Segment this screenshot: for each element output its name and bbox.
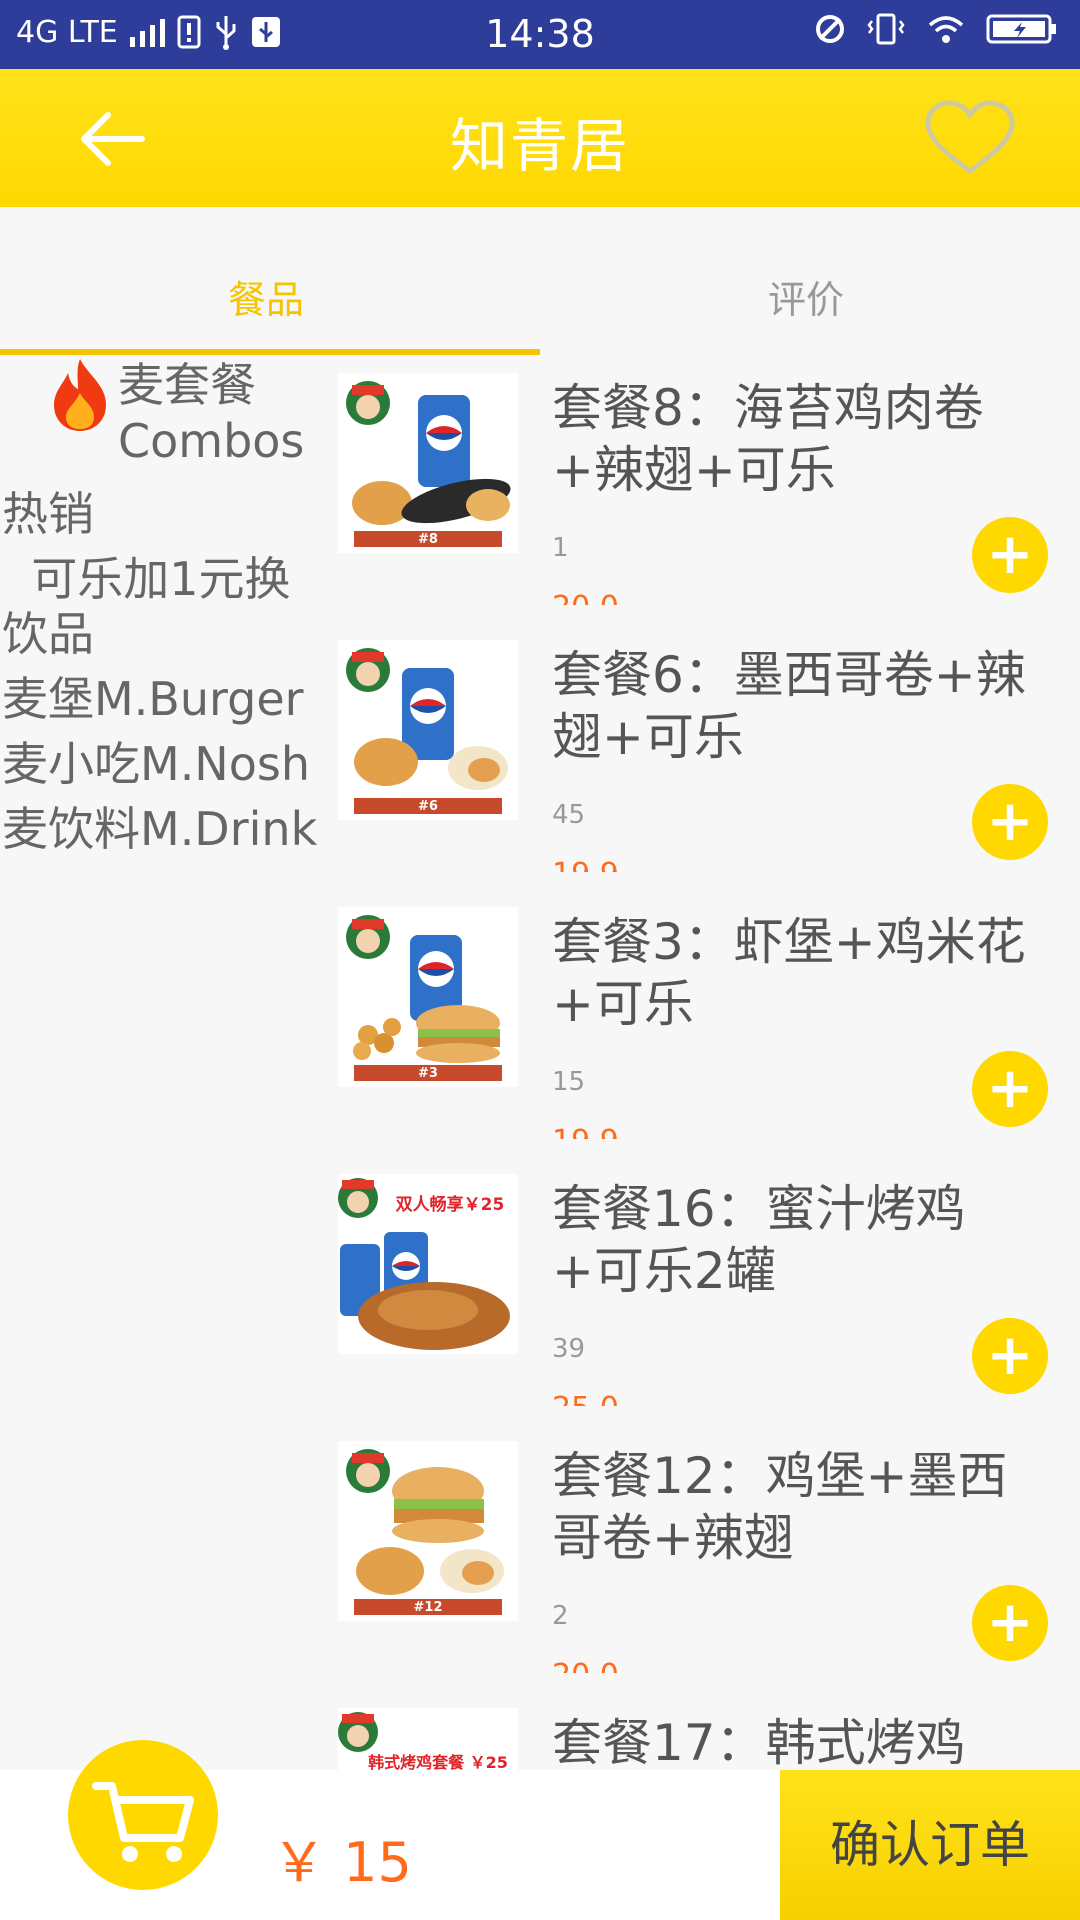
app-header: 知青居	[0, 69, 1080, 207]
product-price: 19.9	[552, 1127, 619, 1139]
product-image: 韩式烤鸡套餐 ￥25	[338, 1708, 518, 1770]
product-sales: 15	[552, 1067, 586, 1097]
product-badge: 韩式烤鸡套餐 ￥25	[368, 1753, 508, 1770]
product-item[interactable]: #6 套餐6：墨西哥卷+辣翅+可乐 45 19.9 +	[320, 624, 1080, 891]
product-list: #8 套餐8：海苔鸡肉卷+辣翅+可乐 1 20.0 + #6 套餐6：墨西哥卷+…	[320, 357, 1080, 1770]
product-item[interactable]: #3 套餐3：虾堡+鸡米花+可乐 15 19.9 +	[320, 891, 1080, 1158]
category-drinks-cn[interactable]: 饮品	[2, 607, 94, 662]
category-combos-cn: 麦套餐	[118, 358, 256, 412]
cart-button[interactable]	[68, 1740, 218, 1890]
category-cola-upgrade[interactable]: 可乐加1元换	[2, 552, 290, 607]
category-combos[interactable]: 麦套餐 Combos	[0, 357, 320, 469]
product-badge: 双人畅享￥25	[396, 1194, 505, 1215]
status-bar: 4G LTE 14:38	[0, 0, 1080, 69]
product-sales: 1	[552, 533, 569, 563]
battery-icon	[986, 14, 1056, 44]
category-burger[interactable]: 麦堡M.Burger	[2, 672, 304, 727]
product-name: 套餐16：蜜汁烤鸡+可乐2罐	[552, 1180, 966, 1300]
product-price: 25.0	[552, 1394, 619, 1406]
product-badge: #3	[418, 1066, 438, 1081]
cart-icon	[92, 1782, 194, 1862]
product-price: 20.0	[552, 593, 619, 605]
category-combos-label: 麦套餐 Combos	[118, 357, 304, 469]
product-name: 套餐3：虾堡+鸡米花+可乐	[552, 913, 1026, 1033]
product-image: #6	[338, 640, 518, 820]
product-price: 19.9	[552, 860, 619, 872]
product-item[interactable]: 韩式烤鸡套餐 ￥25 套餐17：韩式烤鸡	[320, 1692, 1080, 1770]
status-right	[814, 12, 1058, 46]
product-name: 套餐8：海苔鸡肉卷+辣翅+可乐	[552, 379, 984, 499]
confirm-order-button[interactable]: 确认订单	[780, 1770, 1080, 1920]
wifi-icon	[928, 16, 964, 43]
product-item[interactable]: #8 套餐8：海苔鸡肉卷+辣翅+可乐 1 20.0 +	[320, 357, 1080, 624]
product-badge: #6	[418, 799, 438, 814]
category-hot[interactable]: 热销	[2, 487, 94, 542]
tab-reviews[interactable]: 评价	[768, 269, 844, 324]
add-to-cart-button[interactable]: +	[972, 517, 1048, 593]
product-name: 套餐17：韩式烤鸡	[552, 1714, 966, 1770]
product-image: 双人畅享￥25	[338, 1174, 518, 1354]
add-to-cart-button[interactable]: +	[972, 1318, 1048, 1394]
page-title: 知青居	[449, 112, 630, 180]
product-name: 套餐6：墨西哥卷+辣翅+可乐	[552, 646, 1026, 766]
product-image: #12	[338, 1441, 518, 1621]
product-name: 套餐12：鸡堡+墨西哥卷+辣翅	[552, 1447, 1008, 1567]
tab-dishes[interactable]: 餐品	[228, 269, 304, 324]
product-sales: 39	[552, 1334, 586, 1364]
tab-indicator	[0, 349, 540, 355]
heart-icon	[925, 100, 1015, 175]
product-price: 20.0	[552, 1661, 619, 1673]
tab-bar: 餐品 评价	[0, 207, 1080, 357]
product-image: #8	[338, 373, 518, 553]
add-to-cart-button[interactable]: +	[972, 784, 1048, 860]
sync-icon	[816, 15, 844, 43]
product-sales: 45	[552, 800, 586, 830]
product-badge: #8	[418, 532, 438, 547]
product-item[interactable]: #12 套餐12：鸡堡+墨西哥卷+辣翅 2 20.0 +	[320, 1425, 1080, 1692]
cart-total: ￥ 15	[272, 1831, 412, 1894]
category-drink[interactable]: 麦饮料M.Drink	[2, 802, 317, 857]
vibrate-icon	[867, 13, 905, 45]
category-nosh[interactable]: 麦小吃M.Nosh	[2, 737, 310, 792]
product-item[interactable]: 双人畅享￥25 套餐16：蜜汁烤鸡+可乐2罐 39 25.0 +	[320, 1158, 1080, 1425]
add-to-cart-button[interactable]: +	[972, 1051, 1048, 1127]
add-to-cart-button[interactable]: +	[972, 1585, 1048, 1661]
fire-icon	[54, 359, 106, 431]
product-badge: #12	[414, 1600, 443, 1615]
category-combos-en: Combos	[118, 414, 305, 468]
favorite-button[interactable]	[920, 99, 1020, 179]
product-image: #3	[338, 907, 518, 1087]
product-sales: 2	[552, 1601, 569, 1631]
